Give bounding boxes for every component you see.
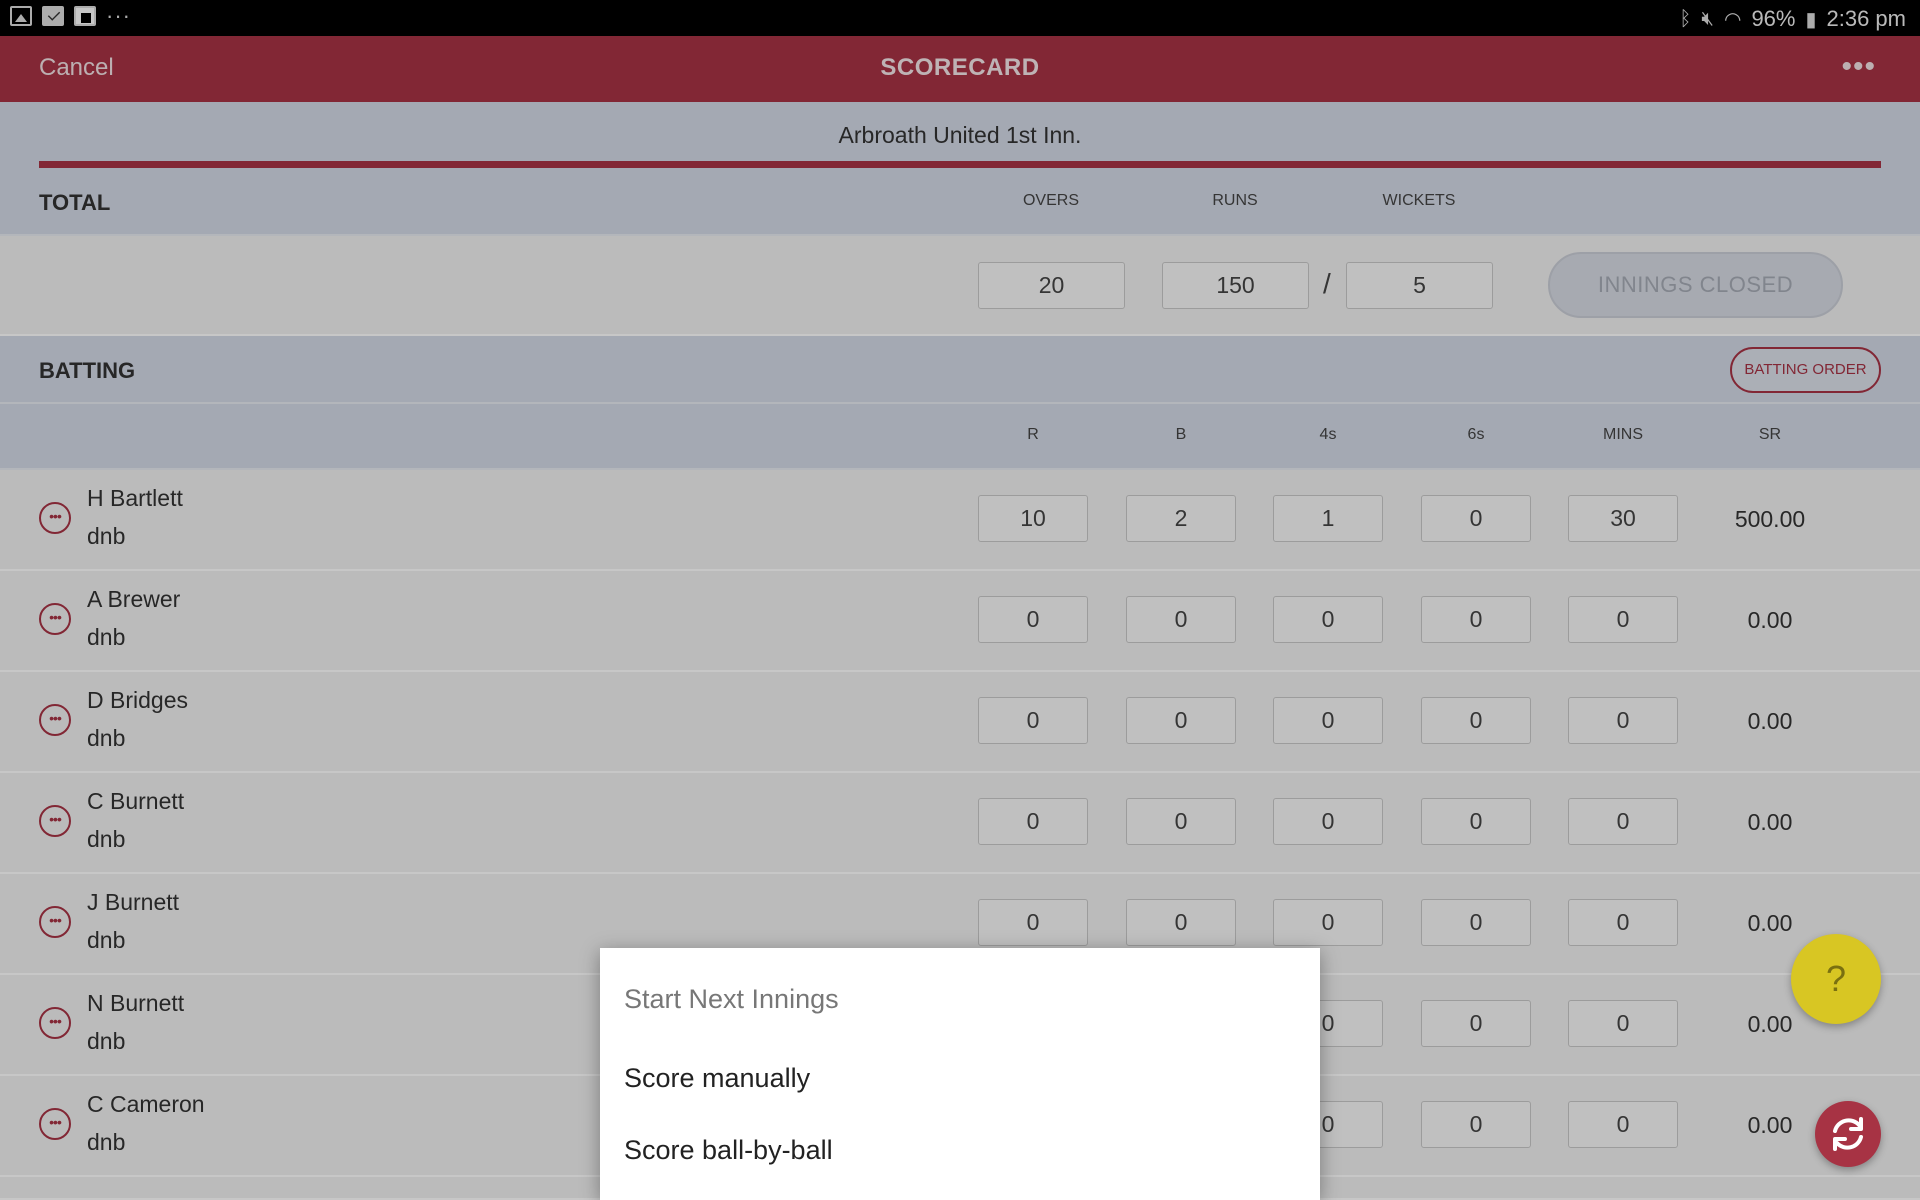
sync-icon[interactable] [1815, 1101, 1881, 1167]
score-ball-by-ball-option[interactable]: Score ball-by-ball [624, 1135, 833, 1166]
sync-arrows-icon [1833, 1117, 1863, 1151]
dialog-title: Start Next Innings [624, 984, 839, 1014]
start-next-innings-dialog: Start Next Innings Score manually Score … [600, 948, 1320, 1200]
score-manually-option[interactable]: Score manually [624, 1063, 810, 1094]
help-icon[interactable]: ? [1791, 934, 1881, 1024]
